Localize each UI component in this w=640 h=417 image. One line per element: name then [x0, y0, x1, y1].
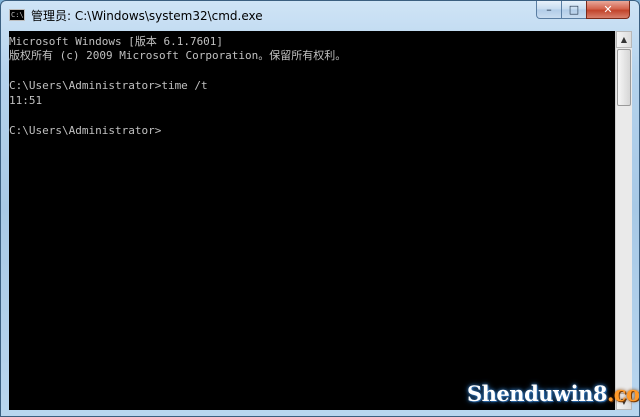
title-bar[interactable]: C:\ 管理员: C:\Windows\system32\cmd.exe – □…	[1, 1, 639, 29]
watermark-text: Shenduwin8	[467, 381, 607, 406]
site-watermark: Shenduwin8.com	[467, 381, 640, 406]
vertical-scrollbar[interactable]: ▲ ▼	[615, 31, 632, 410]
console-prompt: C:\Users\Administrator>	[9, 124, 162, 137]
console-output[interactable]: Microsoft Windows [版本 6.1.7601] 版权所有 (c)…	[9, 31, 615, 410]
close-button[interactable]: ✕	[586, 1, 630, 19]
window-title: 管理员: C:\Windows\system32\cmd.exe	[31, 9, 263, 23]
console-line: Microsoft Windows [版本 6.1.7601]	[9, 35, 224, 48]
watermark-domain: .com	[606, 381, 640, 406]
cmd-window: C:\ 管理员: C:\Windows\system32\cmd.exe – □…	[0, 0, 640, 417]
scroll-up-button[interactable]: ▲	[616, 31, 632, 48]
minimize-button[interactable]: –	[536, 1, 562, 19]
console-line: 版权所有 (c) 2009 Microsoft Corporation。保留所有…	[9, 49, 347, 62]
cmd-icon[interactable]: C:\	[9, 9, 25, 21]
scroll-thumb[interactable]	[617, 49, 631, 106]
console-line: C:\Users\Administrator>time /t	[9, 79, 208, 92]
maximize-button[interactable]: □	[561, 1, 587, 19]
console-line: 11:51	[9, 94, 43, 107]
